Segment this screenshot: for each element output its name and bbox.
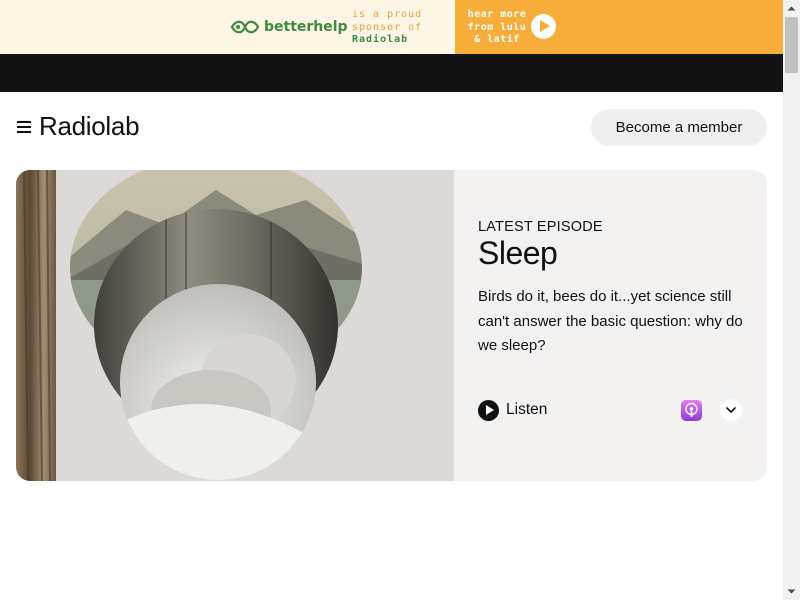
ad-cta-line: & latif: [474, 34, 520, 45]
episode-artwork[interactable]: [16, 170, 454, 481]
podcast-glyph: [685, 402, 698, 417]
ad-brand[interactable]: betterhelp: [230, 16, 348, 38]
latest-episode-card: LATEST EPISODE Sleep Birds do it, bees d…: [16, 170, 767, 481]
scrollbar-thumb[interactable]: [785, 17, 798, 73]
top-nav-bar: [0, 54, 783, 92]
episode-eyebrow: LATEST EPISODE: [478, 219, 603, 235]
play-icon: [478, 399, 499, 421]
scroll-down-icon[interactable]: [783, 583, 800, 600]
ad-cta-line: from lulu: [467, 21, 527, 33]
ad-cta-text: hear more from lulu & latif: [464, 9, 530, 47]
listen-button[interactable]: Listen: [478, 399, 547, 421]
become-member-button[interactable]: Become a member: [591, 109, 767, 146]
chevron-glyph: [726, 407, 736, 413]
apple-podcasts-icon[interactable]: [681, 400, 702, 421]
ad-sponsor-text: is a proud sponsor of Radiolab: [352, 9, 422, 47]
ad-brand-name: betterhelp: [264, 19, 348, 35]
betterhelp-logo-icon: [230, 20, 260, 34]
page: betterhelp is a proud sponsor of Radiola…: [0, 0, 783, 600]
site-header: Radiolab Become a member: [0, 92, 783, 164]
sponsor-ad-banner[interactable]: betterhelp is a proud sponsor of Radiola…: [0, 0, 783, 54]
vertical-scrollbar[interactable]: [783, 0, 800, 600]
scroll-up-icon[interactable]: [783, 0, 800, 17]
episode-info: LATEST EPISODE Sleep Birds do it, bees d…: [478, 170, 767, 481]
listen-label: Listen: [506, 401, 548, 418]
ad-cta[interactable]: hear more from lulu & latif: [455, 0, 783, 54]
ad-cta-line: hear more: [467, 9, 527, 20]
chevron-down-icon[interactable]: [720, 399, 742, 421]
hamburger-menu-icon[interactable]: [17, 121, 31, 133]
ad-sponsor-line: is a proud: [352, 9, 423, 20]
episode-description: Birds do it, bees do it...yet science st…: [478, 288, 743, 354]
ad-play-icon[interactable]: [531, 14, 556, 39]
site-logo[interactable]: Radiolab: [39, 111, 140, 142]
episode-title[interactable]: Sleep: [478, 235, 558, 272]
ad-sponsor-line: sponsor of: [352, 21, 423, 33]
ad-sponsor-show: Radiolab: [352, 34, 409, 45]
